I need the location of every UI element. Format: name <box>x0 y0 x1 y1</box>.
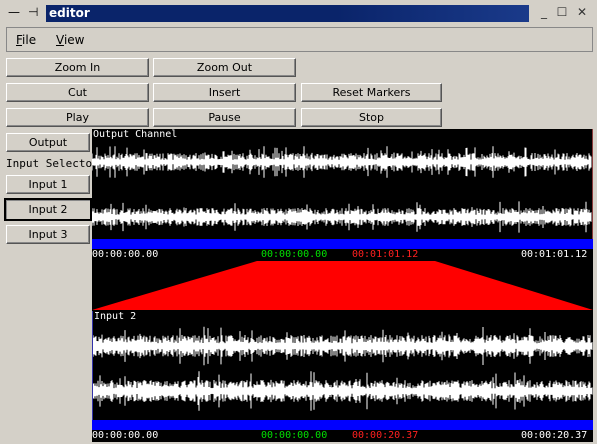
reset-markers-button[interactable]: Reset Markers <box>301 83 442 102</box>
window-title: editor <box>46 5 529 22</box>
output-time-row: 00:00:00.00 00:00:00.00 00:01:01.12 00:0… <box>92 249 593 261</box>
input-selector-label: Input Selector <box>6 157 99 170</box>
input-marker-end: 00:00:20.37 <box>352 430 419 441</box>
insert-button[interactable]: Insert <box>153 83 296 102</box>
output-time-start: 00:00:00.00 <box>92 249 159 260</box>
input-1-button[interactable]: Input 1 <box>6 175 90 194</box>
input-time-row: 00:00:00.00 00:00:00.00 00:00:20.37 00:0… <box>92 430 593 442</box>
minimize-icon[interactable]: _ <box>537 5 551 19</box>
cut-button[interactable]: Cut <box>6 83 149 102</box>
menu-bar: File View <box>6 27 593 52</box>
input-waveform-panel[interactable]: Input 2 <box>92 311 593 421</box>
stop-button[interactable]: Stop <box>301 108 442 127</box>
envelope-panel[interactable] <box>92 261 593 311</box>
output-button[interactable]: Output <box>6 133 90 152</box>
input-marker-start: 00:00:00.00 <box>261 430 328 441</box>
window-menu-icon[interactable]: — <box>8 5 20 19</box>
menu-file[interactable]: File <box>16 33 36 47</box>
input-time-start: 00:00:00.00 <box>92 430 159 441</box>
output-marker-start: 00:00:00.00 <box>261 249 328 260</box>
output-timebar[interactable] <box>92 239 593 249</box>
waveform-trace <box>92 146 592 233</box>
input-2-button[interactable]: Input 2 <box>4 198 92 221</box>
input-3-button[interactable]: Input 3 <box>6 225 90 244</box>
input-channel-label: Input 2 <box>94 311 137 322</box>
pause-button[interactable]: Pause <box>153 108 296 127</box>
zoom-in-button[interactable]: Zoom In <box>6 58 149 77</box>
fade-envelope[interactable] <box>92 261 593 311</box>
input-timebar[interactable] <box>92 420 593 430</box>
envelope-shape[interactable] <box>92 261 593 310</box>
output-waveform-panel[interactable]: Output Channel <box>92 129 593 239</box>
zoom-out-button[interactable]: Zoom Out <box>153 58 296 77</box>
waveform-trace <box>93 326 593 411</box>
input-time-end: 00:00:20.37 <box>521 430 588 441</box>
menu-view[interactable]: View <box>56 33 84 47</box>
output-time-end: 00:01:01.12 <box>521 249 588 260</box>
output-channel-label: Output Channel <box>93 129 178 140</box>
play-button[interactable]: Play <box>6 108 149 127</box>
maximize-icon[interactable]: ☐ <box>555 5 569 19</box>
output-marker-end: 00:01:01.12 <box>352 249 419 260</box>
close-icon[interactable]: ✕ <box>575 5 589 19</box>
pin-icon[interactable]: ⊣ <box>28 5 38 19</box>
title-bar: — ⊣ editor _ ☐ ✕ <box>0 0 597 26</box>
output-waveform <box>92 146 592 233</box>
input-waveform <box>93 326 593 411</box>
